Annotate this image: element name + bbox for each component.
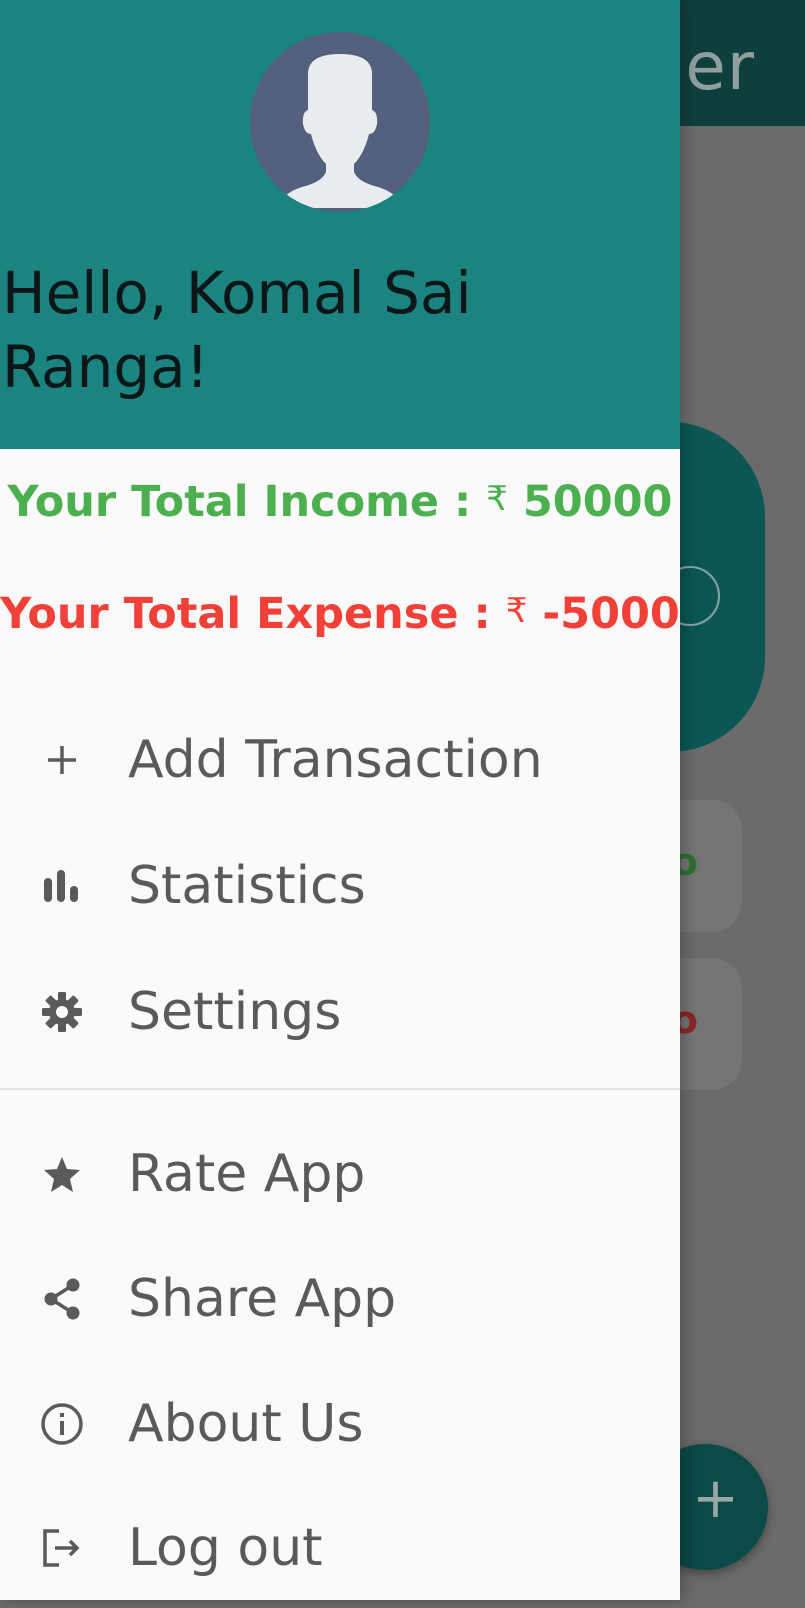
total-income-label: Your Total Income : (7, 477, 487, 527)
info-icon (32, 1394, 92, 1454)
logout-icon (32, 1518, 92, 1578)
total-income: Your Total Income : ₹ 50000 (0, 477, 680, 527)
star-icon (32, 1144, 92, 1204)
menu-item-settings[interactable]: Settings (0, 952, 680, 1072)
menu-divider (0, 1088, 680, 1090)
menu-item-label: About Us (128, 1394, 364, 1454)
total-expense-amount: -5000 (542, 589, 680, 639)
navigation-drawer: Hello, Komal Sai Ranga! Your Total Incom… (0, 0, 680, 1600)
menu-item-add-transaction[interactable]: Add Transaction (0, 700, 680, 820)
menu-item-label: Statistics (128, 856, 366, 916)
menu-item-rate-app[interactable]: Rate App (0, 1114, 680, 1234)
total-expense-label: Your Total Expense : (0, 589, 506, 639)
menu-item-statistics[interactable]: Statistics (0, 826, 680, 946)
menu-item-label: Share App (128, 1269, 397, 1329)
rupee-symbol: ₹ (505, 591, 528, 631)
menu-item-label: Rate App (128, 1144, 366, 1204)
menu-item-share-app[interactable]: Share App (0, 1239, 680, 1359)
rupee-symbol: ₹ (486, 479, 508, 519)
total-income-amount: 50000 (522, 477, 673, 527)
menu-item-about-us[interactable]: About Us (0, 1364, 680, 1484)
share-icon (32, 1269, 92, 1329)
total-expense: Your Total Expense : ₹ -5000 (0, 589, 680, 639)
greeting-text: Hello, Komal Sai Ranga! (2, 259, 472, 401)
bar-chart-icon (32, 856, 92, 916)
gear-icon (32, 982, 92, 1042)
plus-icon: + (692, 1466, 739, 1531)
menu-item-label: Settings (128, 982, 342, 1042)
drawer-header: Hello, Komal Sai Ranga! (0, 0, 680, 449)
menu-item-log-out[interactable]: Log out (0, 1488, 680, 1608)
app-title: er (685, 28, 755, 105)
menu-item-label: Log out (128, 1518, 323, 1578)
default-avatar-icon[interactable] (250, 32, 430, 212)
menu-item-label: Add Transaction (128, 730, 543, 790)
plus-icon (32, 730, 92, 790)
